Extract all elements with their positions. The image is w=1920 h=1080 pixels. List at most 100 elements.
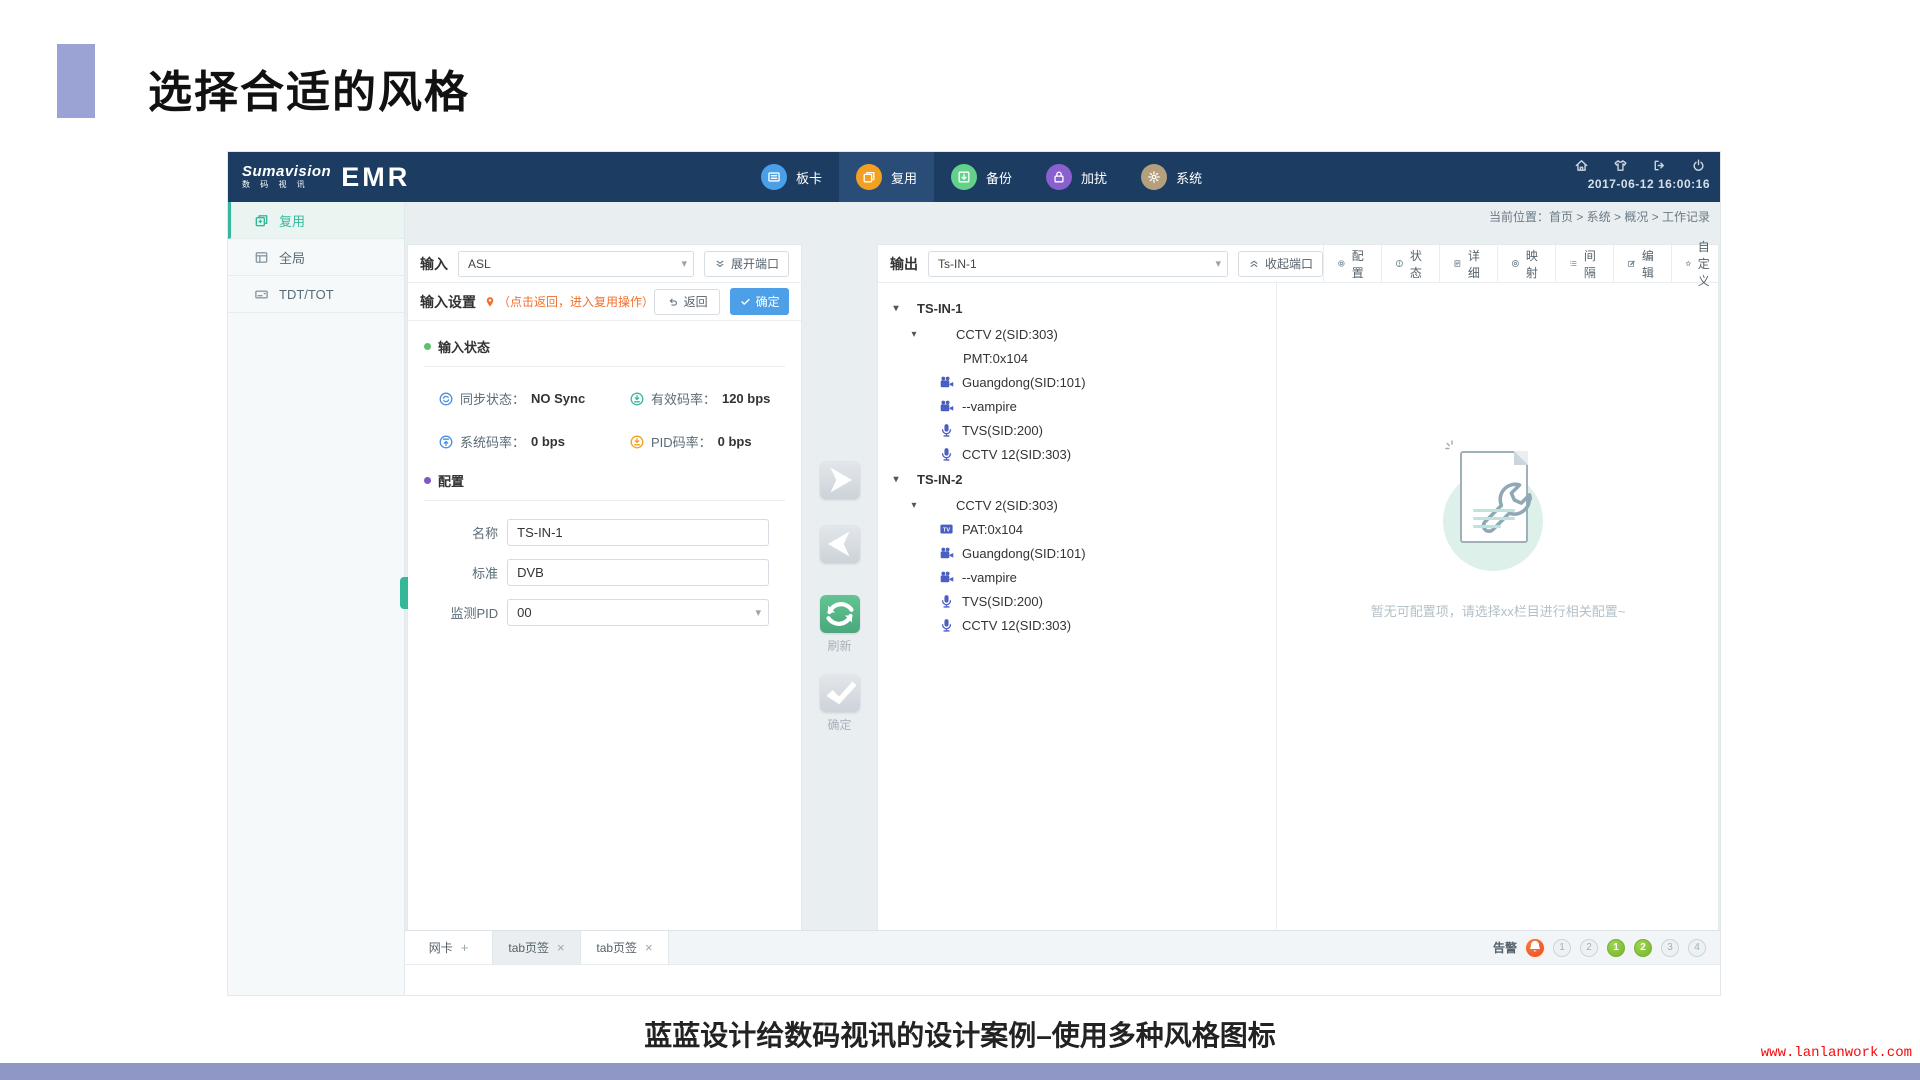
star-icon — [1685, 257, 1692, 270]
caret-down-icon[interactable]: ▾ — [891, 474, 901, 485]
caret-down-icon[interactable]: ▾ — [909, 329, 919, 340]
theme-skin-icon[interactable] — [1613, 158, 1628, 173]
input-port-select[interactable]: ASL▾ — [458, 251, 694, 277]
config-section-title: 配置 — [438, 471, 464, 490]
collapse-ports-button[interactable]: 收起端口 — [1238, 251, 1323, 277]
tree-node[interactable]: Guangdong(SID:101) — [878, 541, 1276, 565]
bottom-tab-2[interactable]: tab页签× — [493, 931, 581, 964]
form-row: 监测PID00▾ — [440, 599, 769, 626]
toolbar-button-映射[interactable]: 映射 — [1497, 245, 1555, 283]
chevron-down-icon: ▾ — [681, 257, 687, 270]
home-icon[interactable] — [1574, 158, 1589, 173]
status-indicator-gray[interactable]: 1 — [1553, 939, 1571, 957]
map-icon — [1511, 257, 1520, 270]
select-field[interactable]: 00▾ — [507, 599, 769, 626]
mic-icon — [938, 423, 955, 438]
camera-icon — [938, 570, 955, 585]
nav-item-2[interactable]: 复用 — [839, 152, 934, 202]
status-indicator-gray[interactable]: 4 — [1688, 939, 1706, 957]
undo-icon — [667, 296, 679, 308]
apply-button[interactable] — [820, 674, 860, 712]
settings-hint: （点击返回，进入复用操作） — [482, 293, 654, 310]
tree-node[interactable]: ▾CCTV 2(SID:303) — [878, 493, 1276, 517]
empty-config-pane: 暂无可配置项，请选择xx栏目进行相关配置~ — [1278, 283, 1718, 930]
bottom-tab-1[interactable]: 网卡+ — [405, 931, 493, 964]
global-icon — [254, 250, 269, 265]
toolbar-button-详细[interactable]: 详细 — [1439, 245, 1497, 283]
confirm-button[interactable]: 确定 — [730, 288, 789, 315]
tree-node[interactable]: --vampire — [878, 565, 1276, 589]
expand-ports-button[interactable]: 展开端口 — [704, 251, 789, 277]
apply-label: 确定 — [827, 716, 851, 733]
tree-node[interactable]: ▾TS-IN-1 — [878, 295, 1276, 322]
input-status-section: 输入状态 同步状态：NO Sync有效码率：120 bps系统码率：0 bpsP… — [408, 321, 801, 455]
footer-bar — [0, 1063, 1920, 1080]
input-settings-title: 输入设置 — [420, 292, 476, 312]
close-tab-icon[interactable]: × — [645, 940, 653, 955]
nav-item-1[interactable]: 板卡 — [744, 152, 839, 202]
status-indicator-gray[interactable]: 2 — [1580, 939, 1598, 957]
tree-node[interactable]: ▾TS-IN-2 — [878, 466, 1276, 493]
nav-label: 系统 — [1176, 168, 1202, 187]
config-form: 名称TS-IN-1标准DVB监测PID00▾ — [424, 501, 785, 626]
form-row: 名称TS-IN-1 — [440, 519, 769, 546]
tree-node[interactable]: CCTV 12(SID:303) — [878, 613, 1276, 637]
nav-label: 复用 — [891, 168, 917, 187]
close-tab-icon[interactable]: × — [557, 940, 565, 955]
tree-node[interactable]: PMT:0x104 — [878, 346, 1276, 370]
toolbar-button-编辑[interactable]: 编辑 — [1613, 245, 1671, 283]
chevrons-up-icon — [1248, 258, 1260, 270]
rate-down-icon — [629, 391, 645, 407]
sidebar-item-2[interactable]: 全局 — [228, 239, 404, 276]
caret-down-icon[interactable]: ▾ — [909, 500, 919, 511]
content-area: 当前位置：首页 > 系统 > 概况 > 工作记录 输入 ASL▾ 展开端口 输入… — [405, 202, 1720, 995]
sidebar-item-3[interactable]: TDT/TOT — [228, 276, 404, 313]
alarm-area: 告警 121234 — [1493, 931, 1720, 964]
move-left-button[interactable] — [820, 525, 860, 563]
alarm-bell-icon[interactable] — [1526, 939, 1544, 957]
section-bullet — [424, 477, 431, 484]
check-icon — [820, 673, 860, 713]
output-header-row: 输出 Ts-IN-1▾ 收起端口 配置状态详细映射间隔编辑自定义 — [878, 245, 1718, 283]
bottom-tab-3[interactable]: tab页签× — [581, 931, 669, 964]
tree-node[interactable]: TVS(SID:200) — [878, 589, 1276, 613]
status-indicator-green[interactable]: 1 — [1607, 939, 1625, 957]
status-section-title: 输入状态 — [438, 337, 490, 356]
move-right-button[interactable] — [820, 461, 860, 499]
nav-item-4[interactable]: 加扰 — [1029, 152, 1124, 202]
panel-collapse-handle[interactable] — [400, 577, 408, 609]
tree-node[interactable]: TVS(SID:200) — [878, 418, 1276, 442]
input-field[interactable]: TS-IN-1 — [507, 519, 769, 546]
tree-node[interactable]: TVPAT:0x104 — [878, 517, 1276, 541]
tree-node[interactable]: --vampire — [878, 394, 1276, 418]
toolbar-button-配置[interactable]: 配置 — [1323, 245, 1381, 283]
refresh-button[interactable] — [820, 595, 860, 633]
tree-node[interactable]: ▾CCTV 2(SID:303) — [878, 322, 1276, 346]
tree-node[interactable]: CCTV 12(SID:303) — [878, 442, 1276, 466]
toolbar-button-状态[interactable]: 状态 — [1381, 245, 1439, 283]
status-indicator-gray[interactable]: 3 — [1661, 939, 1679, 957]
output-port-select[interactable]: Ts-IN-1▾ — [928, 251, 1228, 277]
toolbar-button-间隔[interactable]: 间隔 — [1555, 245, 1613, 283]
title-accent-block — [57, 44, 95, 118]
add-tab-icon[interactable]: + — [461, 940, 469, 955]
power-icon[interactable] — [1691, 158, 1706, 173]
nav-item-5[interactable]: 系统 — [1124, 152, 1219, 202]
caret-down-icon[interactable]: ▾ — [891, 303, 901, 314]
mic-icon — [938, 594, 955, 609]
toolbar-button-自定义[interactable]: 自定义 — [1671, 245, 1729, 283]
document-wrench-icon — [1460, 451, 1528, 543]
status-indicator-green[interactable]: 2 — [1634, 939, 1652, 957]
logout-icon[interactable] — [1652, 158, 1667, 173]
input-field[interactable]: DVB — [507, 559, 769, 586]
transfer-column: 刷新 确定 — [801, 245, 878, 930]
breadcrumb: 当前位置：首页 > 系统 > 概况 > 工作记录 — [1489, 202, 1710, 232]
input-panel: 输入 ASL▾ 展开端口 输入设置 （点击返回，进入复用操作） — [408, 245, 801, 930]
nav-item-3[interactable]: 备份 — [934, 152, 1029, 202]
output-title: 输出 — [890, 254, 918, 274]
back-button[interactable]: 返回 — [654, 289, 720, 315]
sidebar-item-1[interactable]: 复用 — [228, 202, 404, 239]
mic-icon — [938, 447, 955, 462]
status-grid: 同步状态：NO Sync有效码率：120 bps系统码率：0 bpsPID码率：… — [424, 367, 785, 455]
tree-node[interactable]: Guangdong(SID:101) — [878, 370, 1276, 394]
